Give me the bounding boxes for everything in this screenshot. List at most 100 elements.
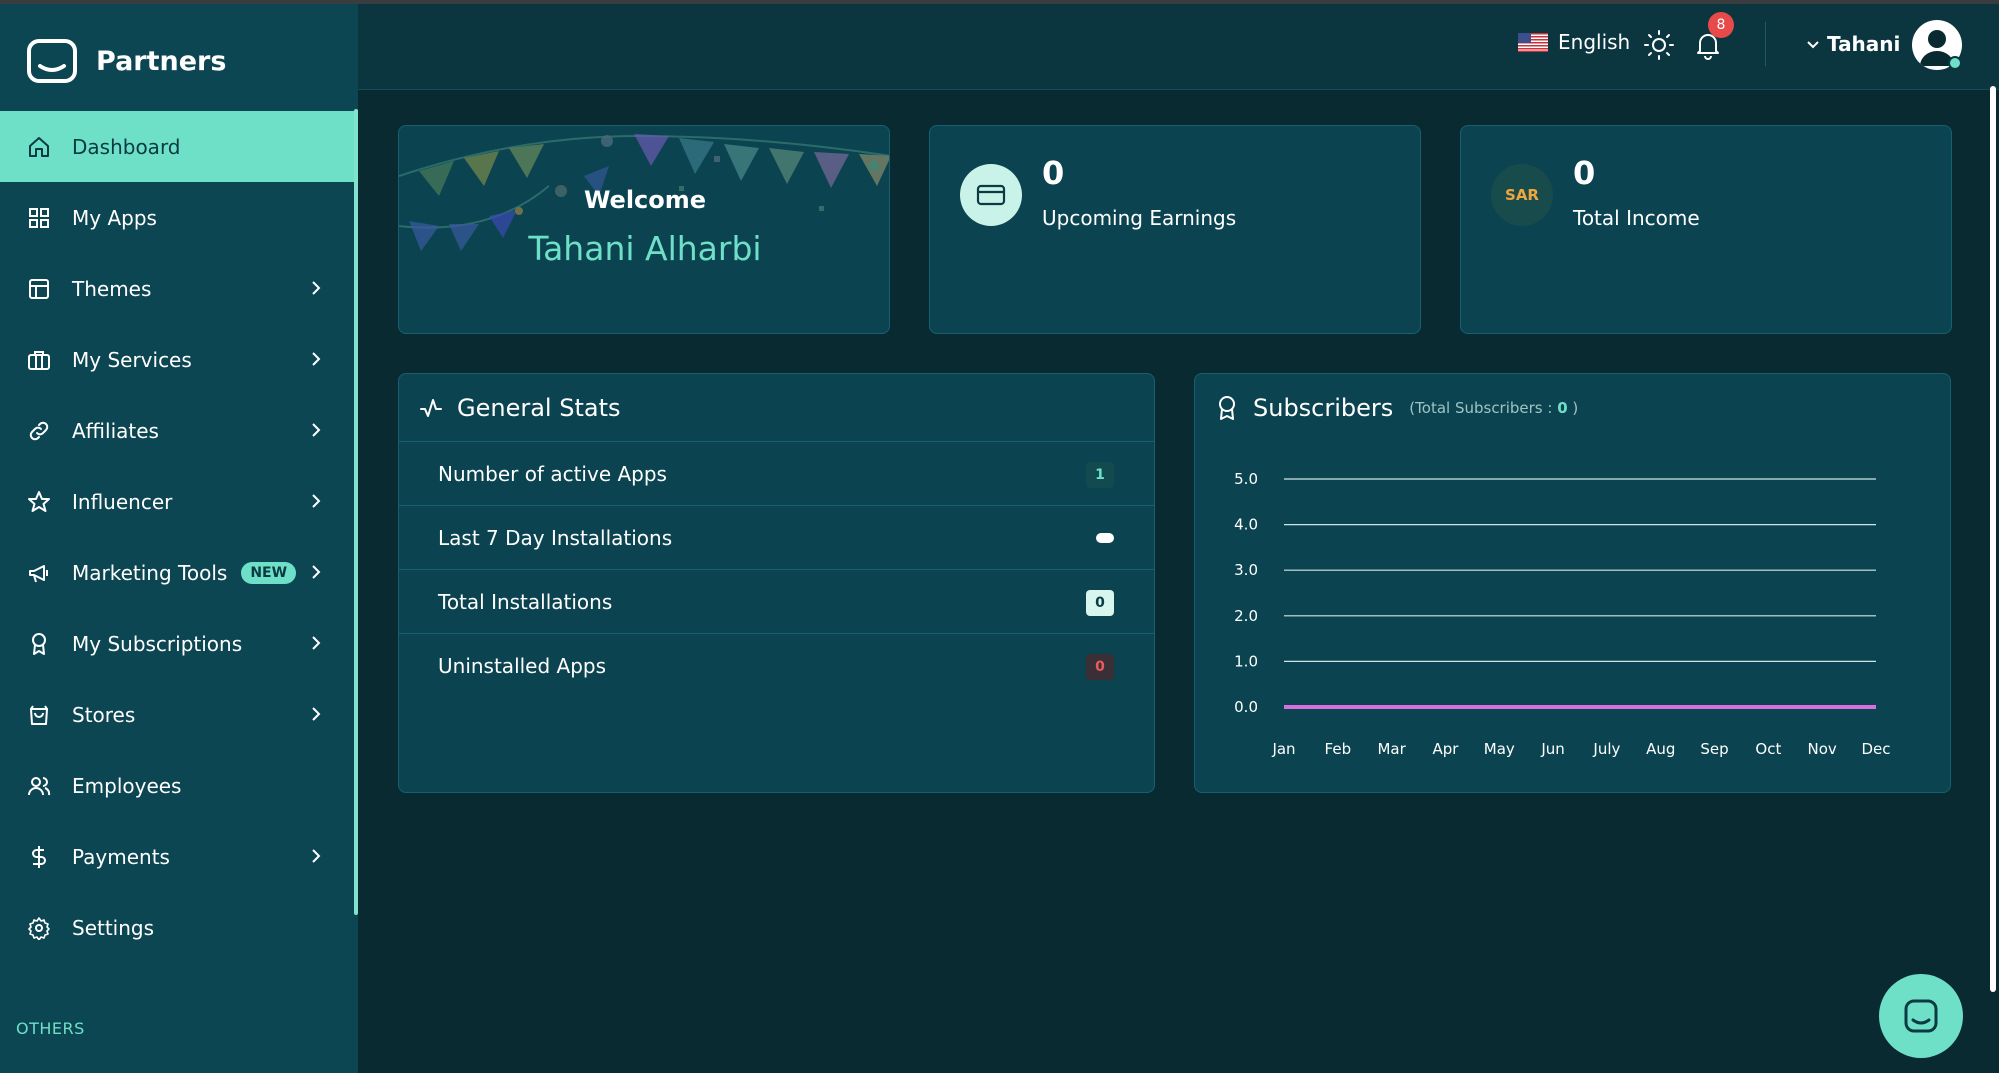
- y-tick-label: 3.0: [1234, 561, 1258, 579]
- stat-value-badge: 1: [1086, 462, 1114, 488]
- subscribers-header: Subscribers (Total Subscribers : 0 ): [1195, 374, 1950, 442]
- header-divider: [1765, 22, 1766, 66]
- stat-value-loading-pill: [1096, 533, 1114, 543]
- sidebar-item-payments[interactable]: Payments: [0, 821, 358, 892]
- general-stats-header: General Stats: [399, 374, 1154, 442]
- language-selector[interactable]: English: [1518, 30, 1630, 54]
- sidebar-item-my-apps[interactable]: My Apps: [0, 182, 358, 253]
- user-menu[interactable]: Tahani: [1805, 32, 1900, 56]
- stat-value-badge: 0: [1086, 590, 1114, 616]
- total-income-label: Total Income: [1573, 206, 1700, 230]
- sidebar-item-label: Settings: [72, 915, 155, 940]
- sidebar-item-affiliates[interactable]: Affiliates: [0, 395, 358, 466]
- sidebar-nav: Dashboard My Apps Themes My Services Affilia…: [0, 111, 358, 963]
- chevron-right-icon: [312, 636, 321, 650]
- gear-icon: [26, 915, 52, 941]
- award-icon: [1219, 396, 1235, 420]
- sidebar-item-label: Payments: [72, 844, 170, 869]
- sidebar-item-stores[interactable]: Stores: [0, 679, 358, 750]
- sidebar-item-my-services[interactable]: My Services: [0, 324, 358, 395]
- stat-value-badge: 0: [1086, 654, 1114, 680]
- subscribers-title: Subscribers: [1253, 394, 1394, 422]
- upcoming-earnings-card: 0 Upcoming Earnings: [929, 125, 1421, 334]
- sidebar-item-label: Themes: [72, 276, 152, 301]
- top-header: [358, 4, 1999, 90]
- general-stats-title: General Stats: [457, 393, 621, 422]
- total-subscribers: (Total Subscribers : 0 ): [1409, 399, 1578, 417]
- total-subscribers-value: 0: [1557, 399, 1568, 417]
- users-icon: [26, 773, 52, 799]
- sidebar-item-label: Marketing Tools: [72, 560, 228, 585]
- brand[interactable]: Partners: [26, 38, 226, 84]
- chevron-right-icon: [312, 565, 321, 579]
- activity-icon: [420, 398, 442, 417]
- briefcase-icon: [26, 347, 52, 373]
- sidebar-item-employees[interactable]: Employees: [0, 750, 358, 821]
- partners-logo-icon: [27, 39, 77, 83]
- subscribers-line-chart: 5.0 4.0 3.0 2.0 1.0 0.0 Jan Feb Mar Apr May Jun July…: [1234, 470, 1890, 758]
- sidebar-section-others: OTHERS: [16, 1019, 85, 1038]
- sidebar: Partners Dashboard My Apps Themes My Servic…: [0, 4, 358, 1073]
- y-tick-label: 2.0: [1234, 607, 1258, 625]
- chat-icon: [1904, 999, 1938, 1033]
- language-label: English: [1558, 30, 1631, 54]
- currency-label: SAR: [1505, 186, 1539, 204]
- earnings-icon-circle: [960, 164, 1022, 226]
- total-income-value: 0: [1573, 154, 1596, 192]
- theme-toggle-sun-icon[interactable]: [1644, 30, 1674, 60]
- link-icon: [26, 418, 52, 444]
- sidebar-item-themes[interactable]: Themes: [0, 253, 358, 324]
- sidebar-item-influencer[interactable]: Influencer: [0, 466, 358, 537]
- user-name: Tahani: [1827, 32, 1901, 56]
- total-income-card: SAR 0 Total Income: [1460, 125, 1952, 334]
- sidebar-item-label: Influencer: [72, 489, 173, 514]
- award-icon: [26, 631, 52, 657]
- us-flag-icon: [1518, 32, 1548, 52]
- layout-icon: [26, 276, 52, 302]
- sidebar-item-dashboard[interactable]: Dashboard: [0, 111, 358, 182]
- welcome-user-name: Tahani Alharbi: [528, 229, 762, 268]
- brand-name: Partners: [96, 45, 227, 77]
- y-tick-label: 4.0: [1234, 516, 1258, 534]
- page-scrollbar[interactable]: [1990, 86, 1996, 992]
- x-tick-label: Jun: [1540, 740, 1564, 758]
- x-tick-label: Aug: [1646, 740, 1675, 758]
- sidebar-item-my-subscriptions[interactable]: My Subscriptions: [0, 608, 358, 679]
- x-tick-label: Dec: [1861, 740, 1890, 758]
- sidebar-scrollbar[interactable]: [354, 109, 358, 915]
- welcome-card: Welcome Tahani Alharbi: [398, 125, 890, 334]
- chevron-right-icon: [312, 352, 321, 366]
- star-icon: [26, 489, 52, 515]
- chat-button[interactable]: [1879, 974, 1963, 1058]
- x-tick-label: Sep: [1700, 740, 1728, 758]
- megaphone-icon: [26, 560, 52, 586]
- grid-icon: [26, 205, 52, 231]
- x-tick-label: Apr: [1432, 740, 1459, 758]
- chevron-right-icon: [312, 849, 321, 863]
- welcome-title: Welcome: [583, 186, 707, 214]
- stat-row-uninstalled-apps: Uninstalled Apps 0: [399, 634, 1154, 698]
- currency-icon-circle: SAR: [1491, 164, 1553, 226]
- dollar-icon: [26, 844, 52, 870]
- x-tick-label: Mar: [1377, 740, 1406, 758]
- sidebar-item-label: My Services: [72, 347, 192, 372]
- upcoming-earnings-label: Upcoming Earnings: [1042, 206, 1237, 230]
- sidebar-item-settings[interactable]: Settings: [0, 892, 358, 963]
- shopping-bag-icon: [26, 702, 52, 728]
- online-status-dot: [1948, 56, 1962, 70]
- general-stats-panel: General Stats Number of active Apps 1 La…: [398, 373, 1155, 793]
- stat-label: Total Installations: [438, 589, 613, 614]
- chevron-right-icon: [312, 423, 321, 437]
- subscribers-panel: Subscribers (Total Subscribers : 0 ) 5.0…: [1194, 373, 1951, 793]
- x-tick-label: May: [1484, 740, 1515, 758]
- home-icon: [26, 134, 52, 160]
- x-tick-label: Oct: [1755, 740, 1781, 758]
- stat-row-last-7-day-installations: Last 7 Day Installations: [399, 506, 1154, 570]
- sidebar-item-marketing-tools[interactable]: Marketing Tools NEW: [0, 537, 358, 608]
- sidebar-item-label: Affiliates: [72, 418, 159, 443]
- sidebar-item-label: Dashboard: [72, 134, 181, 159]
- y-tick-label: 0.0: [1234, 698, 1258, 716]
- stat-row-active-apps: Number of active Apps 1: [399, 442, 1154, 506]
- upcoming-earnings-value: 0: [1042, 154, 1065, 192]
- x-tick-label: Jan: [1271, 740, 1295, 758]
